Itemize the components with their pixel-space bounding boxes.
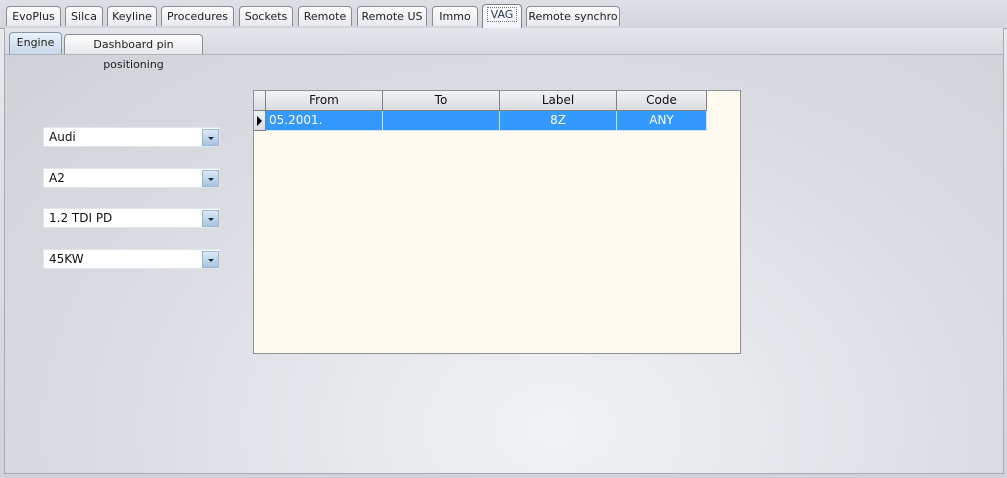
tab-procedures[interactable]: Procedures xyxy=(161,6,234,26)
column-header-from[interactable]: From xyxy=(266,91,383,111)
chevron-down-icon xyxy=(208,259,214,262)
table-cell-to[interactable] xyxy=(383,111,500,131)
grid-corner-header xyxy=(254,91,266,111)
power-dropdown-button[interactable] xyxy=(202,251,219,268)
chevron-down-icon xyxy=(208,218,214,221)
table-cell-from[interactable]: 05.2001. xyxy=(266,111,383,131)
app-window: EvoPlus Silca Keyline Procedures Sockets… xyxy=(0,0,1007,478)
chevron-down-icon xyxy=(208,137,214,140)
engine-data-grid[interactable]: From To Label Code 05.2001. 8Z ANY xyxy=(253,90,741,354)
engine-value: 1.2 TDI PD xyxy=(49,211,113,225)
power-value: 45KW xyxy=(49,252,84,266)
tab-engine[interactable]: Engine xyxy=(9,32,62,54)
main-tab-strip: EvoPlus Silca Keyline Procedures Sockets… xyxy=(0,0,1007,29)
tab-remote[interactable]: Remote xyxy=(298,6,352,26)
model-dropdown-button[interactable] xyxy=(202,170,219,187)
sub-tab-strip: Engine Dashboard pin positioning xyxy=(5,28,1003,71)
chevron-down-icon xyxy=(208,178,214,181)
tab-dashboard-pin-positioning[interactable]: Dashboard pin positioning xyxy=(64,34,203,71)
vag-panel: Engine Dashboard pin positioning Audi A2… xyxy=(4,28,1004,474)
tab-silca[interactable]: Silca xyxy=(65,6,103,26)
engine-dropdown-button[interactable] xyxy=(202,210,219,227)
row-selector[interactable] xyxy=(254,111,266,131)
tab-immo[interactable]: Immo xyxy=(432,6,478,26)
model-dropdown[interactable]: A2 xyxy=(43,168,220,188)
current-row-pointer-icon xyxy=(257,116,262,126)
tab-keyline[interactable]: Keyline xyxy=(107,6,157,26)
column-header-code[interactable]: Code xyxy=(617,91,707,111)
tab-evoplus[interactable]: EvoPlus xyxy=(6,6,61,26)
make-dropdown[interactable]: Audi xyxy=(43,127,220,147)
make-value: Audi xyxy=(49,130,76,144)
column-header-label[interactable]: Label xyxy=(500,91,617,111)
tab-remote-synchro[interactable]: Remote synchro xyxy=(526,6,620,26)
engine-dropdown[interactable]: 1.2 TDI PD xyxy=(43,208,220,228)
model-value: A2 xyxy=(49,171,65,185)
tab-remote-us[interactable]: Remote US xyxy=(357,6,427,26)
table-cell-label[interactable]: 8Z xyxy=(500,111,617,131)
table-cell-code[interactable]: ANY xyxy=(617,111,707,131)
tab-sockets[interactable]: Sockets xyxy=(239,6,293,26)
column-header-to[interactable]: To xyxy=(383,91,500,111)
power-dropdown[interactable]: 45KW xyxy=(43,249,220,269)
make-dropdown-button[interactable] xyxy=(202,129,219,146)
tab-vag[interactable]: VAG xyxy=(482,4,522,28)
